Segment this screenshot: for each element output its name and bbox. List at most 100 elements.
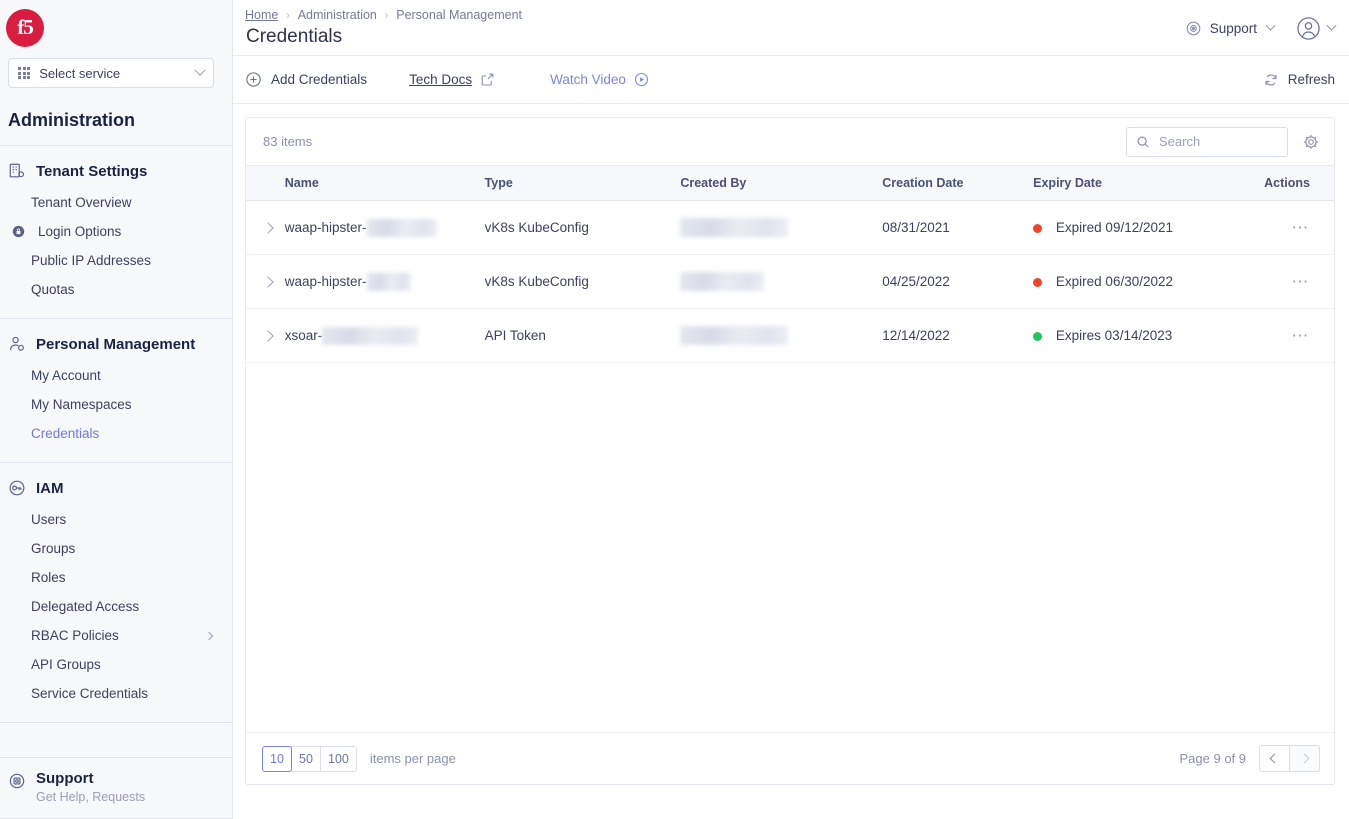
- f5-logo-icon[interactable]: f5: [6, 9, 44, 47]
- row-actions-menu-button[interactable]: ⋯: [1291, 218, 1310, 237]
- sidebar-group-label: Personal Management: [36, 335, 196, 353]
- sidebar-item-label: Quotas: [31, 282, 75, 297]
- chevron-right-icon: [204, 631, 214, 640]
- sidebar-item-label: Login Options: [38, 224, 122, 239]
- sidebar-group-iam[interactable]: IAM: [0, 475, 232, 501]
- table-header-row: Name Type Created By Creation Date Expir…: [246, 165, 1334, 201]
- cell-actions: ⋯: [1242, 254, 1334, 309]
- sidebar-item-my-account[interactable]: My Account: [0, 361, 232, 390]
- sidebar-group-label: IAM: [36, 479, 64, 497]
- nav-group-tenant-settings: Tenant Settings Tenant Overview Login Op…: [0, 146, 232, 319]
- sidebar-group-label: Tenant Settings: [36, 162, 148, 180]
- redacted-name: [366, 218, 437, 237]
- logo-area: f5: [0, 0, 232, 56]
- search-icon: [1137, 135, 1149, 148]
- sidebar-item-support[interactable]: Support Get Help, Requests: [0, 757, 232, 819]
- breadcrumb-home[interactable]: Home: [245, 8, 278, 22]
- sidebar-item-delegated-access[interactable]: Delegated Access: [0, 592, 232, 621]
- sidebar-item-tenant-overview[interactable]: Tenant Overview: [0, 188, 232, 217]
- sidebar-item-quotas[interactable]: Quotas: [0, 275, 232, 304]
- watch-video-label: Watch Video: [550, 72, 626, 87]
- per-page-option-100[interactable]: 100: [320, 745, 357, 772]
- redacted-name: [366, 272, 411, 291]
- cell-created-by: [680, 200, 883, 255]
- column-header-name[interactable]: Name: [284, 165, 485, 201]
- redacted-created-by: [680, 272, 765, 291]
- column-header-creation-date[interactable]: Creation Date: [882, 165, 1034, 201]
- sidebar-item-groups[interactable]: Groups: [0, 534, 232, 563]
- sidebar-item-label: Delegated Access: [31, 599, 140, 614]
- cell-expiry-date: Expires 03/14/2023: [1033, 308, 1243, 363]
- sidebar-item-login-options[interactable]: Login Options: [0, 217, 232, 246]
- chevron-right-icon[interactable]: [262, 222, 274, 234]
- gear-icon[interactable]: [1302, 133, 1320, 151]
- sidebar-item-my-namespaces[interactable]: My Namespaces: [0, 390, 232, 419]
- chevron-right-icon[interactable]: [262, 276, 274, 288]
- sidebar: f5 Select service Administration Tenant …: [0, 0, 233, 819]
- previous-page-button[interactable]: [1259, 745, 1290, 772]
- sidebar-group-personal-management[interactable]: Personal Management: [0, 331, 232, 357]
- row-expand-cell[interactable]: [246, 254, 285, 309]
- credential-name-prefix: xsoar-: [284, 328, 323, 343]
- sidebar-item-api-groups[interactable]: API Groups: [0, 650, 232, 679]
- watch-video-link[interactable]: Watch Video: [550, 72, 649, 87]
- status-dot-active: [1033, 332, 1043, 341]
- user-gear-icon: [9, 336, 24, 351]
- item-count-label: 83 items: [263, 134, 313, 149]
- sidebar-item-public-ip-addresses[interactable]: Public IP Addresses: [0, 246, 232, 275]
- breadcrumb-separator: ›: [384, 9, 389, 21]
- table-body: waap-hipster- vK8s KubeConfig 08/31/2021: [246, 200, 1334, 363]
- card-toolbar-right: [1126, 126, 1320, 157]
- next-page-button[interactable]: [1289, 745, 1320, 772]
- column-header-expiry-date[interactable]: Expiry Date: [1033, 165, 1243, 201]
- column-header-type[interactable]: Type: [484, 165, 681, 201]
- expiry-label: Expired 06/30/2022: [1055, 274, 1173, 289]
- user-avatar-icon: [1297, 17, 1320, 40]
- sidebar-item-credentials[interactable]: Credentials: [0, 419, 232, 448]
- refresh-icon: [1265, 73, 1277, 86]
- refresh-button[interactable]: Refresh: [1263, 72, 1335, 88]
- credential-name-prefix: waap-hipster-: [284, 274, 367, 289]
- breadcrumb-personal-management[interactable]: Personal Management: [396, 8, 522, 22]
- search-input[interactable]: [1157, 133, 1278, 150]
- sidebar-item-users[interactable]: Users: [0, 505, 232, 534]
- main-content: Home › Administration › Personal Managem…: [233, 0, 1349, 819]
- pagination: Page 9 of 9: [1180, 745, 1320, 772]
- column-expand: [246, 165, 285, 201]
- add-credentials-button[interactable]: Add Credentials: [245, 71, 367, 88]
- refresh-label: Refresh: [1287, 72, 1335, 87]
- sidebar-group-tenant-settings[interactable]: Tenant Settings: [0, 158, 232, 184]
- lifebuoy-icon: [1186, 21, 1201, 36]
- per-page-option-50[interactable]: 50: [291, 745, 321, 772]
- column-header-created-by[interactable]: Created By: [680, 165, 883, 201]
- tech-docs-link[interactable]: Tech Docs: [409, 72, 495, 87]
- chevron-right-icon[interactable]: [262, 330, 274, 342]
- header-account-button[interactable]: [1296, 16, 1337, 41]
- header-support-button[interactable]: Support: [1185, 20, 1276, 37]
- row-actions-menu-button[interactable]: ⋯: [1291, 272, 1310, 291]
- service-select-dropdown[interactable]: Select service: [8, 58, 214, 88]
- row-actions-menu-button[interactable]: ⋯: [1291, 326, 1310, 345]
- cell-type: API Token: [484, 308, 681, 363]
- sidebar-item-label: Groups: [31, 541, 76, 556]
- row-expand-cell[interactable]: [246, 200, 285, 255]
- table-row[interactable]: xsoar- API Token 12/14/2022 Expires 03/1…: [246, 308, 1334, 363]
- nav-group-personal-management: Personal Management My Account My Namesp…: [0, 319, 232, 463]
- chevron-left-icon: [1269, 753, 1280, 764]
- content-area: 83 items Search Name Type Created By Cre…: [233, 104, 1349, 819]
- chevron-down-icon: [1326, 20, 1337, 31]
- tech-docs-label: Tech Docs: [409, 72, 473, 87]
- sidebar-item-rbac-policies[interactable]: RBAC Policies: [0, 621, 232, 650]
- sidebar-item-service-credentials[interactable]: Service Credentials: [0, 679, 232, 708]
- breadcrumb-administration[interactable]: Administration: [298, 8, 377, 22]
- sidebar-item-label: Users: [31, 512, 67, 527]
- top-bar-left: Home › Administration › Personal Managem…: [245, 4, 522, 48]
- sidebar-item-label: RBAC Policies: [31, 628, 119, 643]
- table-row[interactable]: waap-hipster- vK8s KubeConfig 08/31/2021: [246, 200, 1334, 255]
- table-row[interactable]: waap-hipster- vK8s KubeConfig 04/25/2022: [246, 254, 1334, 309]
- row-expand-cell[interactable]: [246, 308, 285, 363]
- sidebar-item-roles[interactable]: Roles: [0, 563, 232, 592]
- items-per-page-group: 10 50 100: [262, 745, 357, 772]
- search-box[interactable]: [1126, 126, 1288, 157]
- per-page-option-10[interactable]: 10: [262, 745, 292, 772]
